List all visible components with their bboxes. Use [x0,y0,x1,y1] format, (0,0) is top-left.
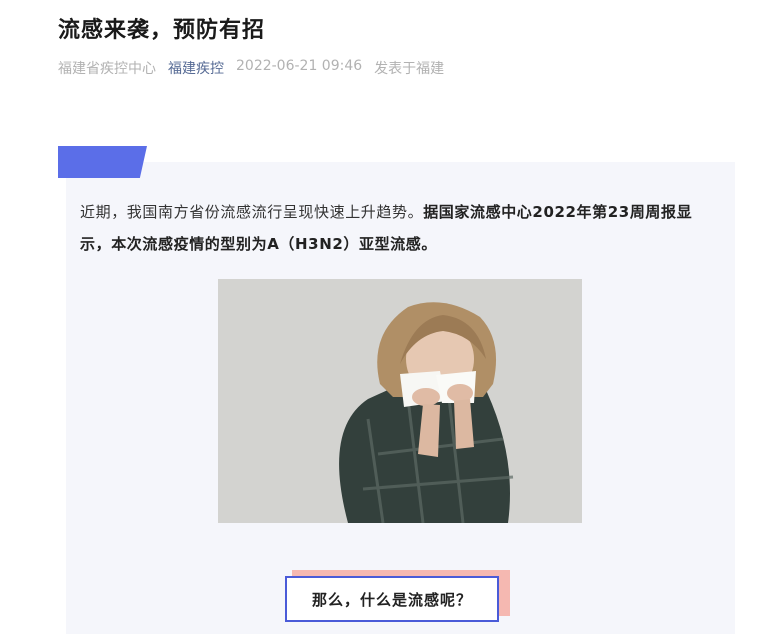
publish-location: 发表于福建 [374,61,445,77]
section-accent-tab [58,146,147,178]
article-title: 流感来袭，预防有招 [58,18,266,43]
author-name: 福建省疾控中心 [58,61,156,77]
question-box: 那么，什么是流感呢？ [285,576,499,622]
intro-paragraph: 近期，我国南方省份流感流行呈现快速上升趋势。据国家流感中心2022年第23周周报… [80,196,720,260]
question-text: 那么，什么是流感呢？ [311,590,472,609]
article-meta: 福建省疾控中心 福建疾控 2022-06-21 09:46 发表于福建 [58,58,444,78]
flu-child-illustration [218,279,582,523]
publish-date: 2022-06-21 09:46 [236,58,363,74]
flu-child-photo [218,279,582,523]
intro-text: 近期，我国南方省份流感流行呈现快速上升趋势。 [80,203,424,221]
account-link[interactable]: 福建疾控 [168,58,224,78]
